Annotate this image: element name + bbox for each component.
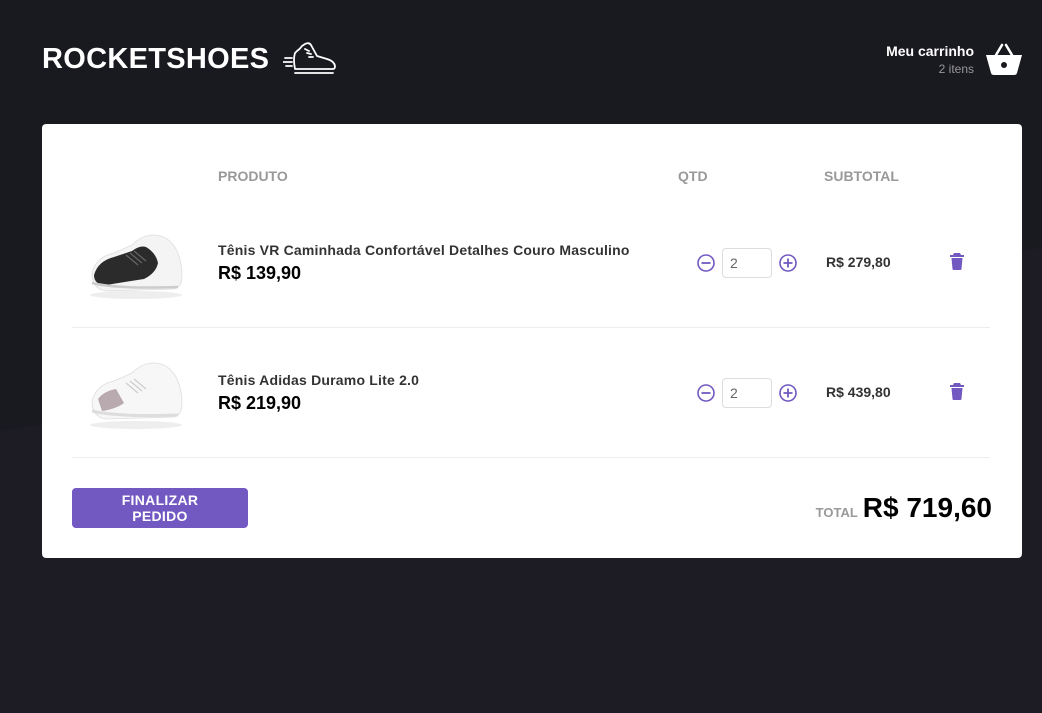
total: TOTAL R$ 719,60: [816, 492, 992, 524]
product-table: PRODUTO QTD SUBTOTAL Tênis VR Caminhada …: [72, 154, 990, 458]
product-image-cell: [72, 328, 204, 458]
header: ROCKETSHOES Meu carrinho 2 itens: [42, 34, 1022, 84]
delete-button[interactable]: [930, 381, 966, 404]
header-product: PRODUTO: [218, 168, 288, 184]
trash-icon: [950, 253, 964, 270]
product-image-cell: [72, 198, 204, 328]
cart-count: 2 itens: [938, 61, 974, 76]
checkout-button[interactable]: Finalizar pedido: [72, 488, 248, 528]
add-circle-icon: [779, 253, 797, 272]
logo-link[interactable]: ROCKETSHOES: [42, 39, 337, 79]
product-image: [90, 362, 183, 429]
header-subtotal: SUBTOTAL: [824, 168, 899, 184]
product-info-cell: Tênis Adidas Duramo Lite 2.0 R$ 219,90: [204, 328, 678, 458]
remove-circle-icon: [697, 383, 715, 402]
delete-cell: [930, 198, 990, 328]
product-price: R$ 139,90: [218, 262, 302, 283]
quantity-cell: [678, 198, 824, 328]
subtotal-value: R$ 439,80: [826, 383, 891, 400]
quantity-cell: [678, 328, 824, 458]
increment-button[interactable]: [778, 383, 798, 403]
cart-footer: Finalizar pedido TOTAL R$ 719,60: [72, 488, 992, 528]
subtotal-value: R$ 279,80: [826, 253, 891, 270]
header-delete: [930, 154, 990, 198]
table-row: Tênis VR Caminhada Confortável Detalhes …: [72, 198, 990, 328]
total-label: TOTAL: [815, 505, 858, 520]
quantity-input[interactable]: [722, 377, 772, 408]
product-title: Tênis VR Caminhada Confortável Detalhes …: [218, 241, 630, 258]
table-row: Tênis Adidas Duramo Lite 2.0 R$ 219,90 2…: [72, 328, 990, 458]
shopping-basket-icon: [986, 43, 1022, 75]
product-title: Tênis Adidas Duramo Lite 2.0: [218, 371, 420, 388]
product-image: [90, 234, 183, 299]
trash-icon: [950, 383, 964, 400]
cart-container: PRODUTO QTD SUBTOTAL Tênis VR Caminhada …: [42, 124, 1022, 558]
subtotal-cell: R$ 279,80: [824, 198, 930, 328]
table-header-row: PRODUTO QTD SUBTOTAL: [72, 154, 990, 198]
product-info-cell: Tênis VR Caminhada Confortável Detalhes …: [204, 198, 678, 328]
quantity-input[interactable]: [722, 247, 772, 278]
cart-info: Meu carrinho 2 itens: [886, 43, 974, 76]
product-price: R$ 219,90: [218, 392, 302, 413]
logo-text: ROCKETSHOES: [42, 42, 270, 75]
decrement-button[interactable]: [696, 383, 716, 403]
subtotal-cell: R$ 439,80: [824, 328, 930, 458]
delete-button[interactable]: [930, 251, 966, 274]
delete-cell: [930, 328, 990, 458]
quantity-stepper: [678, 377, 824, 408]
header-image: [72, 154, 204, 198]
running-shoe-icon: [283, 42, 337, 74]
total-value: R$ 719,60: [862, 492, 992, 523]
quantity-stepper: [678, 247, 824, 278]
cart-title: Meu carrinho: [886, 42, 974, 59]
remove-circle-icon: [697, 253, 715, 272]
increment-button[interactable]: [778, 253, 798, 273]
header-quantity: QTD: [678, 168, 708, 184]
add-circle-icon: [779, 383, 797, 402]
cart-link[interactable]: Meu carrinho 2 itens: [886, 43, 1022, 76]
decrement-button[interactable]: [696, 253, 716, 273]
